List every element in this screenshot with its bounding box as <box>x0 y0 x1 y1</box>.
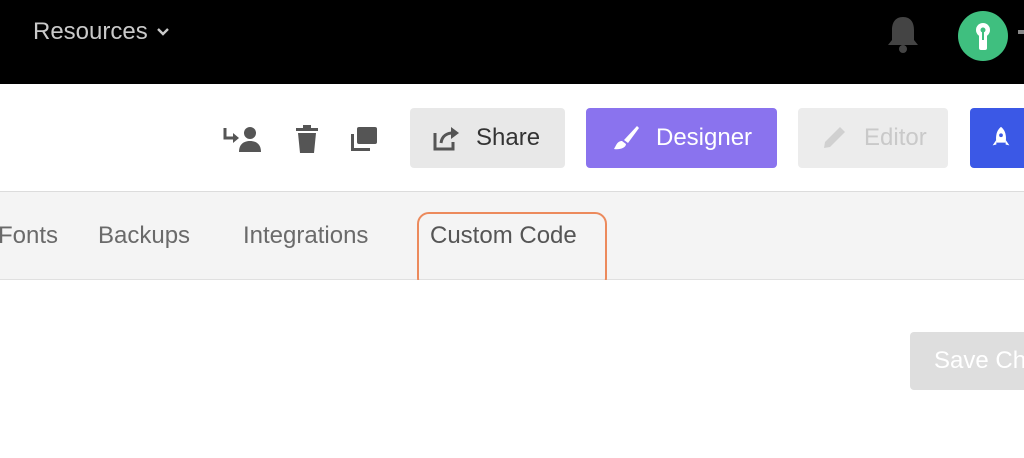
editor-label: Editor <box>864 124 927 151</box>
designer-label: Designer <box>656 124 753 151</box>
tab-fonts[interactable]: Fonts <box>0 222 58 250</box>
duplicate-icon[interactable] <box>350 124 378 154</box>
keyhole-icon <box>976 23 990 50</box>
resources-menu[interactable]: Resources <box>33 18 170 46</box>
highlight-annotation <box>417 212 607 290</box>
resources-label: Resources <box>33 18 148 45</box>
pencil-icon <box>824 127 845 148</box>
share-button[interactable]: Share <box>410 108 565 168</box>
share-icon <box>433 127 459 151</box>
bell-icon[interactable] <box>884 14 922 54</box>
chevron-down-icon <box>156 28 169 36</box>
rocket-icon <box>992 126 1010 146</box>
transfer-user-icon[interactable] <box>222 124 264 154</box>
designer-button[interactable]: Designer <box>586 108 777 168</box>
save-changes-label: Save Ch <box>934 347 1024 374</box>
trash-icon[interactable] <box>295 124 319 154</box>
avatar[interactable] <box>958 11 1008 61</box>
content-area <box>0 280 1024 458</box>
top-navbar: Resources <box>0 0 1024 84</box>
share-label: Share <box>476 124 541 151</box>
toolbar: Share Designer Editor <box>0 84 1024 192</box>
tab-backups[interactable]: Backups <box>98 222 190 250</box>
paintbrush-icon <box>614 126 639 150</box>
editor-button[interactable]: Editor <box>798 108 948 168</box>
account-chevron[interactable] <box>1018 30 1024 34</box>
save-changes-button[interactable]: Save Ch <box>910 332 1024 390</box>
launch-button[interactable] <box>970 108 1024 168</box>
tab-integrations[interactable]: Integrations <box>243 222 368 250</box>
